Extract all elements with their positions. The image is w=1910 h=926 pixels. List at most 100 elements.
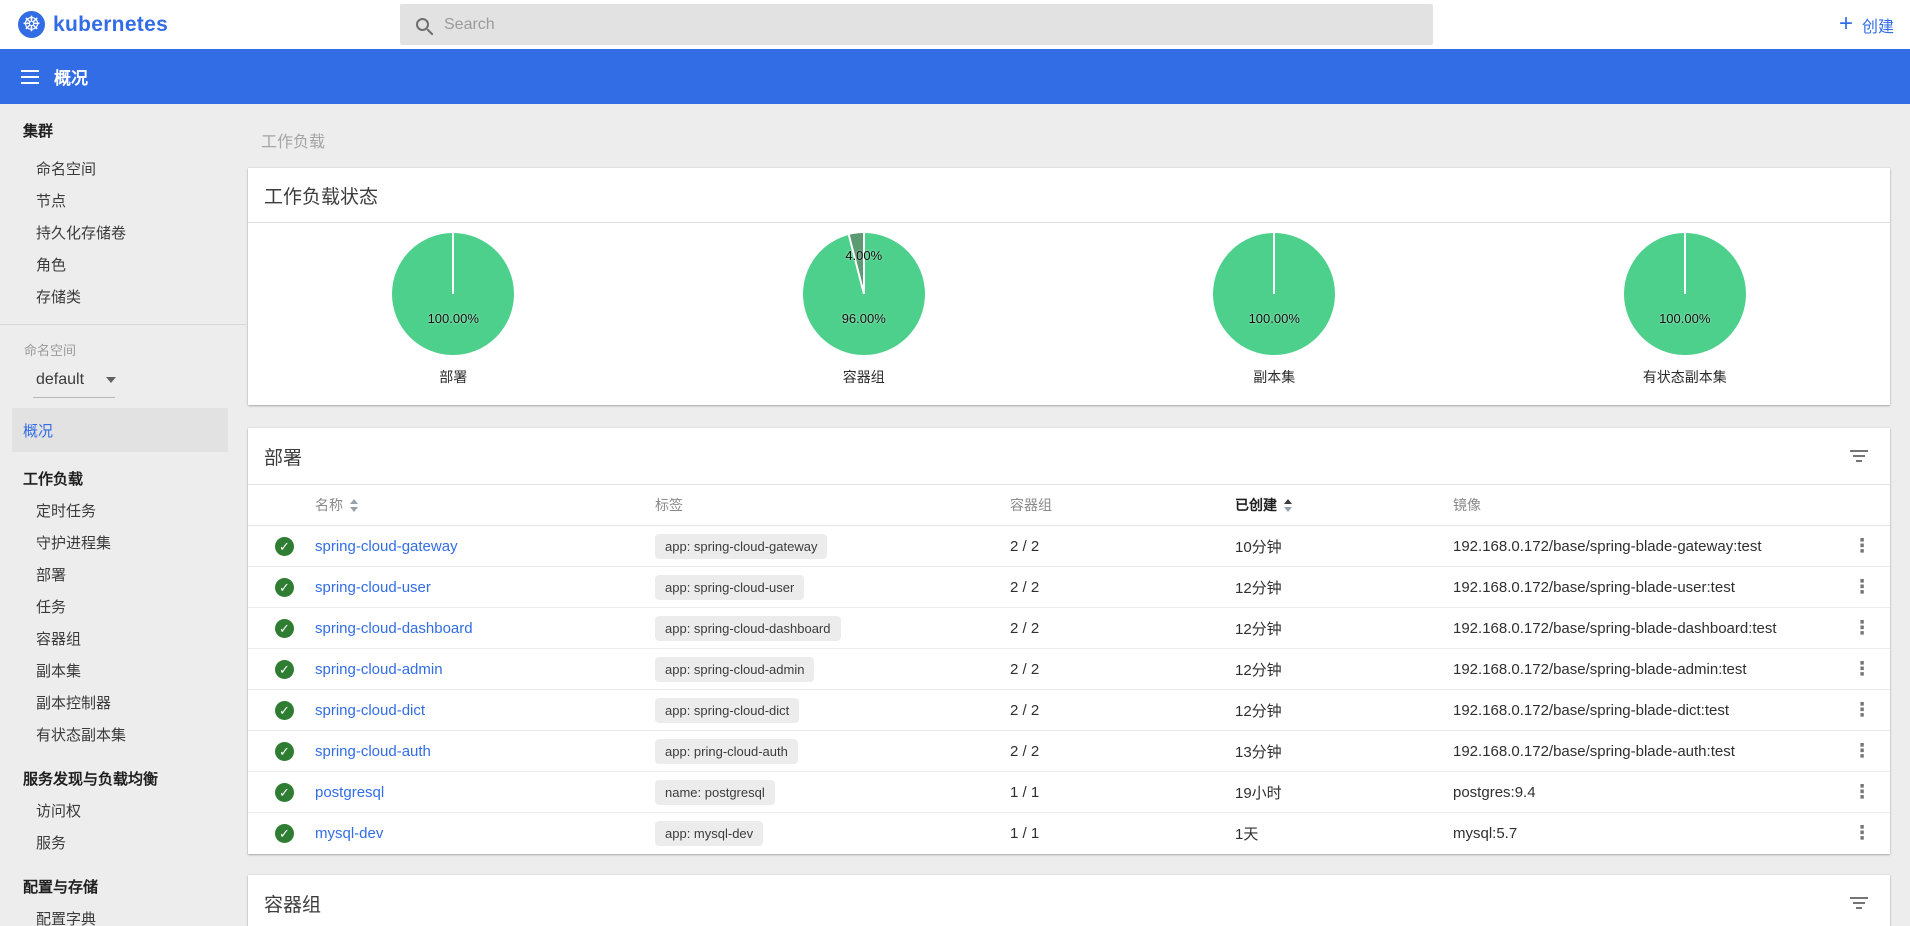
hamburger-menu-icon[interactable] (21, 66, 39, 88)
workload-status-title: 工作负载状态 (264, 182, 378, 209)
pie-slice-separator (1684, 233, 1686, 294)
row-menu-button[interactable]: ⋮ (1834, 699, 1890, 722)
table-row: ✓ spring-cloud-dashboard app: spring-clo… (248, 608, 1890, 649)
column-header-created[interactable]: 已创建 (1235, 495, 1453, 515)
created-age: 12分钟 (1235, 700, 1453, 721)
sidebar-item[interactable]: 守护进程集 (0, 528, 246, 560)
sidebar-item[interactable]: 定时任务 (0, 496, 246, 528)
row-menu-button[interactable]: ⋮ (1834, 740, 1890, 763)
deployment-name-link[interactable]: postgresql (315, 784, 655, 801)
pie-chart: 100.00% (1624, 233, 1746, 355)
label-chip: app: pring-cloud-auth (655, 739, 798, 764)
filter-icon[interactable] (1850, 443, 1868, 469)
deployment-name-link[interactable]: spring-cloud-dashboard (315, 620, 655, 637)
column-header-labels: 标签 (655, 495, 1010, 515)
chevron-down-icon (106, 377, 116, 383)
image-name: 192.168.0.172/base/spring-blade-dict:tes… (1453, 702, 1834, 719)
pods-card: 容器组 (248, 875, 1890, 926)
pods-count: 1 / 1 (1010, 784, 1235, 801)
deployments-table-body: ✓ spring-cloud-gateway app: spring-cloud… (248, 526, 1890, 854)
created-age: 13分钟 (1235, 741, 1453, 762)
column-header-name[interactable]: 名称 (315, 495, 655, 515)
page-title: 概况 (54, 64, 88, 89)
create-button[interactable]: + 创建 (1839, 0, 1894, 49)
sidebar-item[interactable]: 有状态副本集 (0, 720, 246, 752)
pods-count: 2 / 2 (1010, 661, 1235, 678)
workload-status-pies: 100.00% 部署 96.00%4.00% 容器组 100.00% 副本集 1… (248, 223, 1890, 387)
sort-arrows-icon (350, 499, 358, 512)
pods-count: 2 / 2 (1010, 538, 1235, 555)
sidebar-cluster-items: 命名空间节点持久化存储卷角色存储类 (0, 154, 246, 314)
deployments-card: 部署 名称 标签 容器组 已创建 镜像 (248, 428, 1890, 854)
status-ok-icon: ✓ (275, 824, 294, 843)
sidebar-item[interactable]: 服务 (0, 828, 246, 860)
image-name: 192.168.0.172/base/spring-blade-gateway:… (1453, 538, 1834, 555)
pie-caption: 有状态副本集 (1480, 367, 1891, 387)
pie-caption: 副本集 (1069, 367, 1480, 387)
status-ok-icon: ✓ (275, 783, 294, 802)
image-name: postgres:9.4 (1453, 784, 1834, 801)
column-header-pods: 容器组 (1010, 495, 1235, 515)
created-age: 1天 (1235, 823, 1453, 844)
deployments-title: 部署 (264, 443, 302, 470)
pods-count: 2 / 2 (1010, 743, 1235, 760)
search-input[interactable] (444, 16, 1404, 34)
sidebar-item[interactable]: 任务 (0, 592, 246, 624)
table-row: ✓ spring-cloud-gateway app: spring-cloud… (248, 526, 1890, 567)
status-ok-icon: ✓ (275, 660, 294, 679)
sidebar-item[interactable]: 容器组 (0, 624, 246, 656)
status-ok-icon: ✓ (275, 742, 294, 761)
sort-arrows-active-icon (1284, 499, 1292, 512)
search-bar (400, 4, 1433, 45)
table-row: ✓ mysql-dev app: mysql-dev 1 / 1 1天 mysq… (248, 813, 1890, 854)
label-chip: app: spring-cloud-gateway (655, 534, 827, 559)
sidebar-item[interactable]: 存储类 (0, 282, 246, 314)
workload-status-pie: 100.00% 有状态副本集 (1480, 223, 1891, 387)
sidebar-item[interactable]: 角色 (0, 250, 246, 282)
sidebar-section-config: 配置与存储 (0, 872, 246, 904)
label-chip: name: postgresql (655, 780, 775, 805)
workload-status-card: 工作负载状态 100.00% 部署 96.00%4.00% 容器组 100.00… (248, 168, 1890, 405)
pie-percent-label: 100.00% (1624, 311, 1746, 326)
sidebar-item-overview-active[interactable]: 概况 (12, 408, 228, 452)
breadcrumb[interactable]: 工作负载 (261, 128, 325, 152)
label-chip: app: spring-cloud-dashboard (655, 616, 841, 641)
row-menu-button[interactable]: ⋮ (1834, 822, 1890, 845)
workload-status-pie: 96.00%4.00% 容器组 (659, 223, 1070, 387)
deployment-name-link[interactable]: spring-cloud-dict (315, 702, 655, 719)
sidebar-section-discovery: 服务发现与负载均衡 (0, 764, 246, 796)
deployment-name-link[interactable]: spring-cloud-user (315, 579, 655, 596)
sidebar-item[interactable]: 副本控制器 (0, 688, 246, 720)
namespace-select[interactable]: default (36, 363, 116, 397)
sidebar-section-workloads: 工作负载 (0, 464, 246, 496)
pie-chart: 96.00%4.00% (803, 233, 925, 355)
row-menu-button[interactable]: ⋮ (1834, 576, 1890, 599)
sidebar-item[interactable]: 访问权 (0, 796, 246, 828)
filter-icon[interactable] (1850, 890, 1868, 916)
namespace-label: 命名空间 (0, 341, 246, 361)
sidebar-divider (0, 324, 246, 325)
sidebar-item[interactable]: 配置字典 (0, 904, 246, 926)
row-menu-button[interactable]: ⋮ (1834, 617, 1890, 640)
sidebar-item[interactable]: 节点 (0, 186, 246, 218)
deployment-name-link[interactable]: spring-cloud-gateway (315, 538, 655, 555)
row-menu-button[interactable]: ⋮ (1834, 658, 1890, 681)
created-age: 19小时 (1235, 782, 1453, 803)
sidebar-config-items: 配置字典 (0, 904, 246, 926)
row-menu-button[interactable]: ⋮ (1834, 535, 1890, 558)
pods-count: 2 / 2 (1010, 620, 1235, 637)
row-menu-button[interactable]: ⋮ (1834, 781, 1890, 804)
label-chip: app: spring-cloud-admin (655, 657, 814, 682)
sidebar-item[interactable]: 持久化存储卷 (0, 218, 246, 250)
deployment-name-link[interactable]: spring-cloud-admin (315, 661, 655, 678)
table-row: ✓ spring-cloud-dict app: spring-cloud-di… (248, 690, 1890, 731)
table-row: ✓ spring-cloud-user app: spring-cloud-us… (248, 567, 1890, 608)
deployment-name-link[interactable]: spring-cloud-auth (315, 743, 655, 760)
workload-status-pie: 100.00% 副本集 (1069, 223, 1480, 387)
pie-slice-separator (1273, 233, 1275, 294)
sidebar-item[interactable]: 部署 (0, 560, 246, 592)
sidebar-item[interactable]: 命名空间 (0, 154, 246, 186)
app-header: ☸ kubernetes + 创建 (0, 0, 1910, 49)
sidebar-item[interactable]: 副本集 (0, 656, 246, 688)
deployment-name-link[interactable]: mysql-dev (315, 825, 655, 842)
